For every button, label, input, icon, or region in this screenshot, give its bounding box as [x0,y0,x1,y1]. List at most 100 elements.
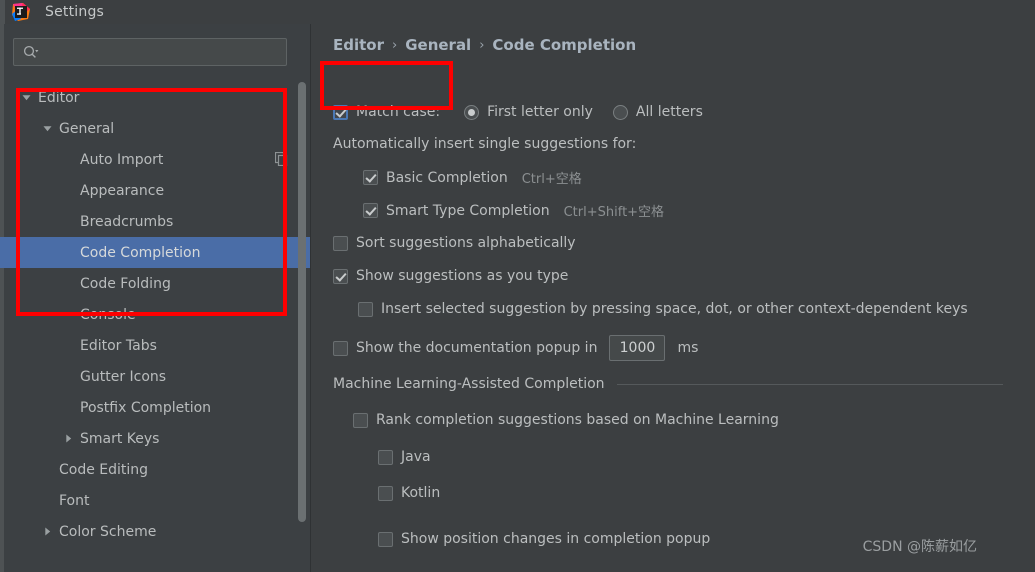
breadcrumb-separator: › [479,37,485,53]
sidebar-item-label: Appearance [80,182,165,199]
all-letters-label: All letters [635,104,703,120]
breadcrumb-separator: › [392,37,398,53]
sidebar-item-gutter-icons[interactable]: Gutter Icons [0,361,310,392]
basic-completion-row: Basic Completion Ctrl+空格 [363,168,582,187]
search-input[interactable] [13,38,287,66]
chevron-down-icon[interactable] [41,123,53,135]
chevron-right-icon[interactable] [62,433,74,445]
show-as-you-type-label: Show suggestions as you type [356,268,569,284]
insert-selected-row: Insert selected suggestion by pressing s… [358,301,968,317]
sidebar-item-label: Gutter Icons [80,368,167,385]
smart-type-completion-checkbox[interactable] [363,203,378,218]
sort-alphabetically-label: Sort suggestions alphabetically [356,235,576,251]
sidebar-item-font[interactable]: Font [0,485,310,516]
first-letter-only-radio[interactable] [464,104,480,120]
title-bar: Settings [0,0,1035,24]
sidebar-item-label: Editor [38,89,80,106]
match-case-row: Match case: First letter only All letter… [333,104,703,120]
ml-java-checkbox[interactable] [378,449,393,465]
show-as-you-type-checkbox[interactable] [333,268,348,284]
sidebar-item-label: Code Completion [80,244,201,261]
insert-selected-label: Insert selected suggestion by pressing s… [381,301,968,317]
ml-java-row: Java [378,449,431,465]
sidebar-item-breadcrumbs[interactable]: Breadcrumbs [0,206,310,237]
ml-section-title: Machine Learning-Assisted Completion [333,376,605,392]
sort-alphabetically-checkbox[interactable] [333,235,348,251]
sidebar-item-label: Color Scheme [59,523,157,540]
doc-popup-delay-unit: ms [677,340,699,356]
sidebar-item-console[interactable]: Console [0,299,310,330]
breadcrumb-item-general[interactable]: General [405,36,471,54]
breadcrumb-item-editor[interactable]: Editor [333,36,384,54]
auto-insert-heading: Automatically insert single suggestions … [333,136,637,152]
match-case-checkbox[interactable] [333,104,348,120]
sidebar-item-label: General [59,120,115,137]
sidebar-item-appearance[interactable]: Appearance [0,175,310,206]
chevron-down-icon[interactable] [20,92,32,104]
rank-completion-row: Rank completion suggestions based on Mac… [353,412,779,428]
sidebar-scrollbar-thumb[interactable] [298,82,306,522]
sidebar-item-code-folding[interactable]: Code Folding [0,268,310,299]
sidebar-item-postfix-completion[interactable]: Postfix Completion [0,392,310,423]
smart-type-completion-row: Smart Type Completion Ctrl+Shift+空格 [363,201,664,220]
show-position-changes-checkbox[interactable] [378,531,393,547]
sidebar-item-color-scheme[interactable]: Color Scheme [0,516,310,547]
first-letter-only-label: First letter only [487,104,593,120]
copy-icon[interactable] [274,151,288,167]
ml-section-divider [616,383,1003,385]
show-as-you-type-row: Show suggestions as you type [333,268,568,284]
all-letters-radio[interactable] [612,104,628,120]
intellij-idea-logo-icon [11,2,35,22]
sidebar-item-label: Console [80,306,136,323]
sidebar-item-label: Postfix Completion [80,399,212,416]
doc-popup-delay-input[interactable]: 1000 [609,335,666,361]
ml-section-header: Machine Learning-Assisted Completion [333,376,1003,392]
sidebar-item-editor-tabs[interactable]: Editor Tabs [0,330,310,361]
settings-content-panel: Editor › General › Code Completion Match… [311,24,1035,572]
sidebar-item-label: Auto Import [80,151,164,168]
sidebar-item-general[interactable]: General [0,113,310,144]
sidebar-item-smart-keys[interactable]: Smart Keys [0,423,310,454]
insert-selected-checkbox[interactable] [358,301,373,317]
sidebar-item-auto-import[interactable]: Auto Import [0,144,310,175]
doc-popup-checkbox[interactable] [333,340,348,356]
sidebar-item-label: Font [59,492,90,509]
basic-completion-checkbox[interactable] [363,170,378,185]
sidebar-item-label: Editor Tabs [80,337,157,354]
sidebar-item-code-editing[interactable]: Code Editing [0,454,310,485]
smart-type-completion-label: Smart Type Completion [386,202,550,219]
show-position-changes-row: Show position changes in completion popu… [378,531,710,547]
ml-kotlin-checkbox[interactable] [378,485,393,501]
rank-completion-checkbox[interactable] [353,412,368,428]
match-case-label: Match case: [356,104,441,120]
sidebar-item-label: Code Editing [59,461,149,478]
sidebar-item-label: Code Folding [80,275,171,292]
sidebar-scrollbar-track[interactable] [298,82,306,572]
basic-completion-shortcut: Ctrl+空格 [521,172,582,187]
sidebar-item-code-completion[interactable]: Code Completion [0,237,310,268]
sort-alphabetically-row: Sort suggestions alphabetically [333,235,576,251]
settings-tree[interactable]: Editor General Auto Import Appearance Breadc… [0,82,310,572]
csdn-watermark: CSDN @陈薪如亿 [862,539,977,555]
ml-java-label: Java [401,449,431,465]
doc-popup-row: Show the documentation popup in 1000 ms [333,335,698,361]
doc-popup-label: Show the documentation popup in [356,340,598,356]
window-title: Settings [45,4,105,20]
breadcrumb-item-code-completion: Code Completion [492,36,637,54]
ml-kotlin-row: Kotlin [378,485,440,501]
sidebar-item-label: Breadcrumbs [80,213,174,230]
sidebar-item-editor[interactable]: Editor [0,82,310,113]
search-icon [23,45,39,59]
settings-sidebar: Editor General Auto Import Appearance Breadc… [0,24,311,572]
rank-completion-label: Rank completion suggestions based on Mac… [376,412,779,428]
chevron-right-icon[interactable] [41,526,53,538]
